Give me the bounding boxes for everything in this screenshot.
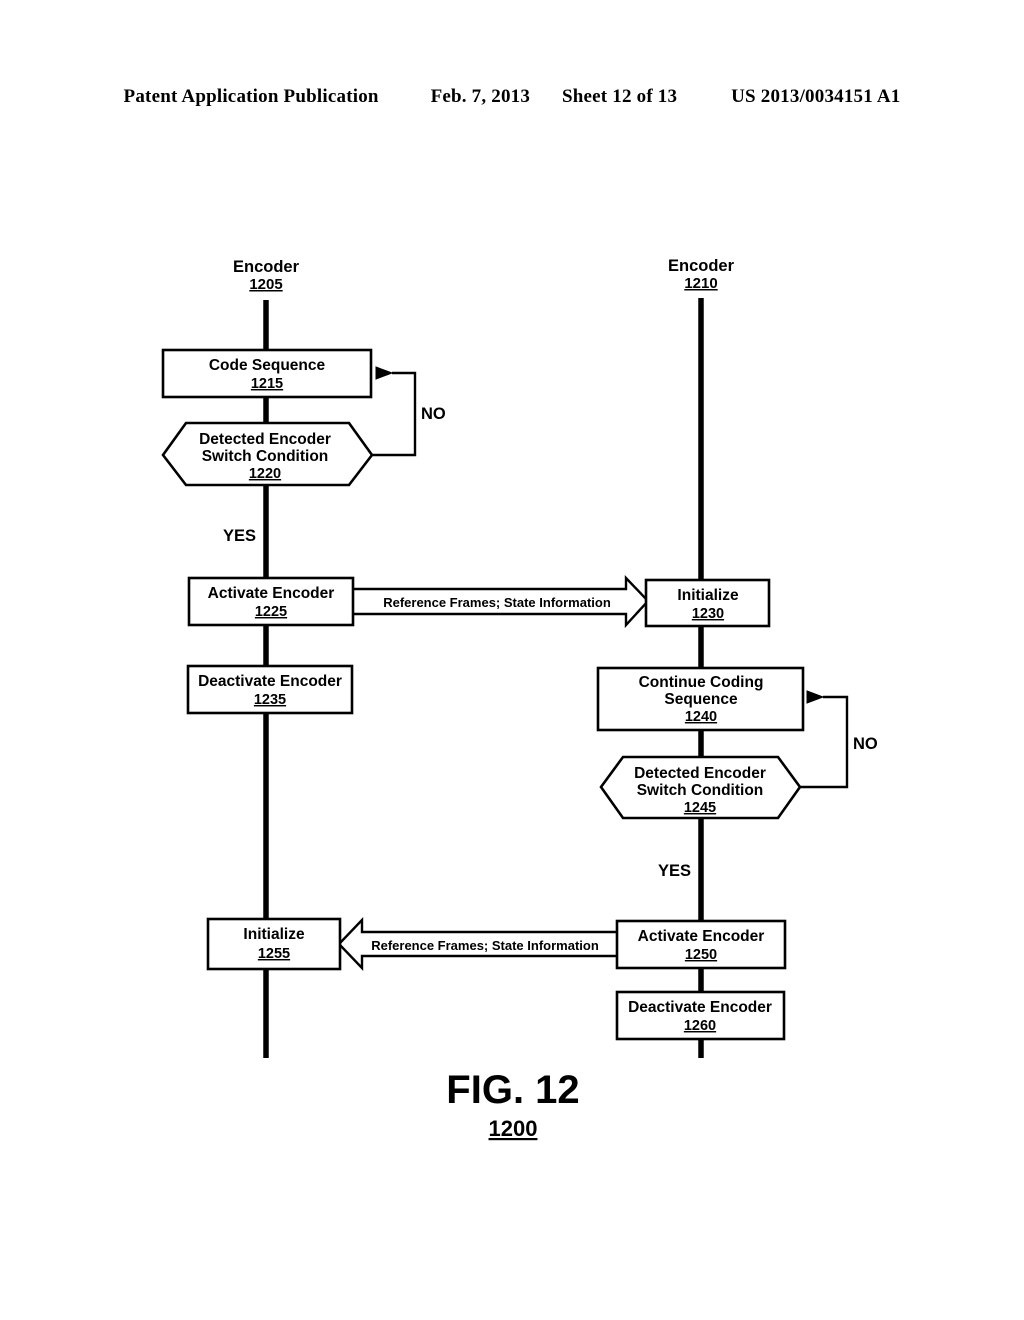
edge-label-transfer-ltr: Reference Frames; State Information — [383, 595, 611, 610]
lane-right-header: Encoder 1210 — [668, 257, 735, 292]
edge-no-loop-right: NO — [800, 690, 878, 789]
node-detected-switch-right-ref: 1245 — [684, 800, 716, 816]
node-detected-switch-right[interactable]: Detected Encoder Switch Condition 1245 — [599, 755, 802, 820]
node-deactivate-encoder-left-ref: 1235 — [254, 692, 286, 708]
node-continue-coding-sequence-label-2: Sequence — [664, 691, 738, 708]
arrowhead-no-left — [375, 366, 394, 380]
node-deactivate-encoder-left[interactable]: Deactivate Encoder 1235 — [186, 664, 354, 715]
edge-label-yes-left: YES — [223, 527, 256, 545]
edge-label-no-left: NO — [421, 405, 446, 423]
node-deactivate-encoder-left-label: Deactivate Encoder — [198, 673, 342, 690]
node-deactivate-encoder-right-ref: 1260 — [684, 1018, 716, 1034]
edge-transfer-right-to-left: Reference Frames; State Information — [337, 917, 620, 971]
lane-right-title: Encoder — [668, 257, 735, 275]
figure-caption-ref: 1200 — [489, 1116, 538, 1141]
lane-left-title: Encoder — [233, 258, 300, 276]
node-initialize-left[interactable]: Initialize 1255 — [206, 917, 342, 971]
lane-right-ref: 1210 — [684, 275, 717, 292]
lane-left-header: Encoder 1205 — [233, 258, 300, 293]
edge-label-transfer-rtl: Reference Frames; State Information — [371, 938, 599, 953]
figure-12-diagram: Encoder 1205 Encoder 1210 NO Code Sequen… — [0, 0, 1024, 1320]
node-deactivate-encoder-right[interactable]: Deactivate Encoder 1260 — [615, 990, 786, 1041]
figure-caption: FIG. 12 — [446, 1068, 579, 1112]
node-activate-encoder-left[interactable]: Activate Encoder 1225 — [187, 576, 355, 627]
node-detected-switch-left[interactable]: Detected Encoder Switch Condition 1220 — [161, 421, 374, 487]
node-detected-switch-left-ref: 1220 — [249, 466, 281, 482]
node-continue-coding-sequence-label-1: Continue Coding — [639, 674, 764, 691]
edge-transfer-left-to-right: Reference Frames; State Information — [350, 575, 650, 629]
node-detected-switch-right-label-1: Detected Encoder — [634, 765, 766, 782]
arrowhead-no-right — [806, 690, 825, 704]
node-initialize-left-ref: 1255 — [258, 946, 290, 962]
node-activate-encoder-right-label: Activate Encoder — [638, 928, 765, 945]
node-continue-coding-sequence[interactable]: Continue Coding Sequence 1240 — [596, 666, 805, 732]
node-initialize-right-ref: 1230 — [692, 606, 724, 622]
edge-no-loop-left: NO — [372, 366, 446, 457]
node-initialize-right[interactable]: Initialize 1230 — [644, 578, 771, 628]
node-activate-encoder-left-ref: 1225 — [255, 604, 287, 620]
lane-left-ref: 1205 — [249, 276, 282, 293]
node-detected-switch-left-label-2: Switch Condition — [202, 448, 329, 465]
node-activate-encoder-right[interactable]: Activate Encoder 1250 — [615, 919, 787, 970]
edge-label-no-right: NO — [853, 735, 878, 753]
edge-label-yes-right: YES — [658, 862, 691, 880]
node-activate-encoder-left-label: Activate Encoder — [208, 585, 335, 602]
node-code-sequence[interactable]: Code Sequence 1215 — [161, 348, 373, 399]
node-continue-coding-sequence-ref: 1240 — [685, 709, 717, 725]
node-code-sequence-label: Code Sequence — [209, 357, 326, 374]
node-activate-encoder-right-ref: 1250 — [685, 947, 717, 963]
node-initialize-left-label: Initialize — [243, 926, 305, 943]
node-deactivate-encoder-right-label: Deactivate Encoder — [628, 999, 772, 1016]
node-detected-switch-left-label-1: Detected Encoder — [199, 431, 331, 448]
node-code-sequence-ref: 1215 — [251, 376, 283, 392]
node-detected-switch-right-label-2: Switch Condition — [637, 782, 764, 799]
node-initialize-right-label: Initialize — [677, 587, 739, 604]
